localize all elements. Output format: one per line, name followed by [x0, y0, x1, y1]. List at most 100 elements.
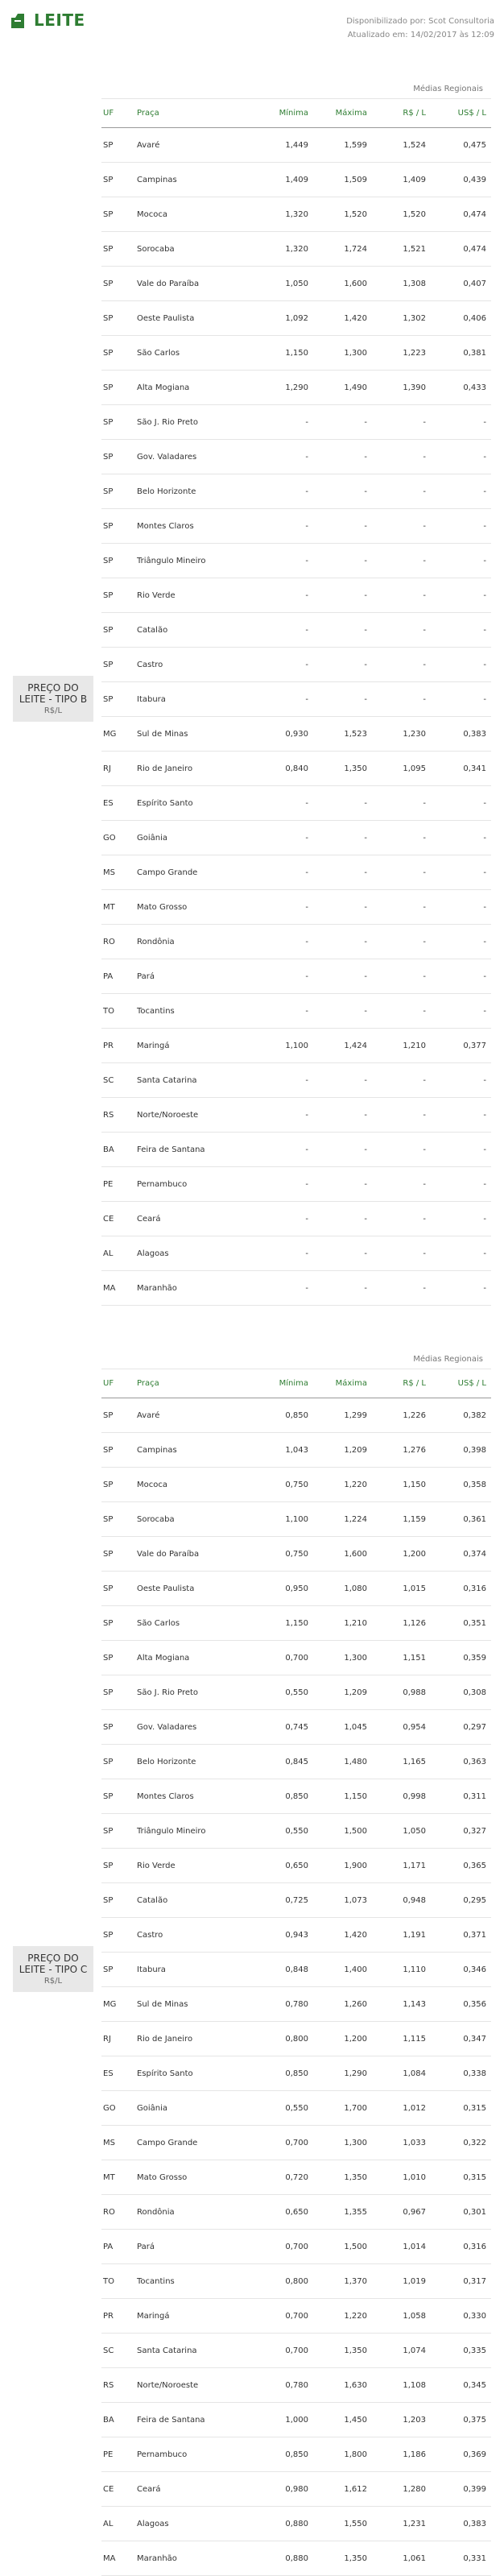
cell-min: 1,150 — [256, 1605, 315, 1641]
label-column-cell — [13, 786, 101, 821]
cell-min: 0,850 — [256, 1398, 315, 1433]
column-header-usd: US$ / L — [432, 1369, 491, 1398]
cell-usd: 0,338 — [432, 2056, 491, 2091]
table-header-row: UF Praça Mínima Máxima R$ / L US$ / L — [13, 98, 491, 128]
cell-brl: 1,308 — [374, 266, 432, 301]
cell-praca: Vale do Paraíba — [137, 266, 256, 301]
table-row: SP Montes Claros - - - - — [13, 508, 491, 544]
cell-uf: SP — [101, 1398, 137, 1433]
cell-uf: SP — [101, 1917, 137, 1953]
section-label-line2: LEITE - TIPO C — [19, 1963, 88, 1975]
cell-brl: 1,276 — [374, 1432, 432, 1468]
table-row: CE Ceará - - - - — [13, 1201, 491, 1236]
cell-brl: - — [374, 1132, 432, 1167]
cell-uf: TO — [101, 993, 137, 1029]
cell-usd: - — [432, 855, 491, 890]
cell-usd: 0,341 — [432, 751, 491, 786]
cell-brl: - — [374, 820, 432, 855]
label-column-cell — [13, 925, 101, 959]
table-row: AL Alagoas - - - - — [13, 1236, 491, 1271]
cell-uf: RS — [101, 1097, 137, 1133]
cell-min: - — [256, 924, 315, 959]
cell-brl: 1,108 — [374, 2367, 432, 2403]
cell-uf: SP — [101, 1882, 137, 1918]
price-sections: Médias Regionais UF Praça Mínima Máxima R$ / … — [0, 81, 504, 2576]
cell-min: 1,320 — [256, 231, 315, 267]
table-row: SP Alta Mogiana 0,700 1,300 1,151 0,359 — [13, 1640, 491, 1675]
cell-max: - — [315, 612, 374, 648]
cell-usd: - — [432, 785, 491, 821]
cell-min: 0,943 — [256, 1917, 315, 1953]
cell-praca: São J. Rio Preto — [137, 1675, 256, 1710]
cell-min: - — [256, 855, 315, 890]
cell-max: 1,073 — [315, 1882, 374, 1918]
cell-praca: Gov. Valadares — [137, 1709, 256, 1745]
cell-min: 0,550 — [256, 1675, 315, 1710]
cell-usd: 0,345 — [432, 2367, 491, 2403]
table-row: PA Pará - - - - — [13, 959, 491, 994]
table-row: RO Rondônia 0,650 1,355 0,967 0,301 — [13, 2194, 491, 2230]
table-row: SP Sorocaba 1,320 1,724 1,521 0,474 — [13, 231, 491, 267]
label-column-cell — [13, 2195, 101, 2230]
cell-brl: - — [374, 1166, 432, 1202]
table-row: MT Mato Grosso 0,720 1,350 1,010 0,315 — [13, 2160, 491, 2195]
cell-brl: - — [374, 1097, 432, 1133]
table-row: GO Goiânia 0,550 1,700 1,012 0,315 — [13, 2090, 491, 2126]
cell-max: 1,150 — [315, 1779, 374, 1814]
cell-min: - — [256, 1166, 315, 1202]
cell-max: - — [315, 855, 374, 890]
cell-usd: 0,371 — [432, 1917, 491, 1953]
cell-brl: - — [374, 1270, 432, 1306]
update-info: Disponibilizado por: Scot Consultoria At… — [346, 14, 494, 42]
cell-usd: - — [432, 1201, 491, 1236]
cell-brl: 1,520 — [374, 197, 432, 232]
cell-praca: Santa Catarina — [137, 1062, 256, 1098]
cell-usd: 0,308 — [432, 1675, 491, 1710]
cell-max: - — [315, 1132, 374, 1167]
cell-usd: 0,358 — [432, 1467, 491, 1502]
label-column-cell — [13, 752, 101, 786]
cell-min: 0,780 — [256, 1986, 315, 2022]
cell-max: 1,599 — [315, 127, 374, 163]
cell-praca: Maringá — [137, 2298, 256, 2334]
cell-uf: CE — [101, 2471, 137, 2507]
label-column-cell — [13, 1641, 101, 1675]
table-row: SP Montes Claros 0,850 1,150 0,998 0,311 — [13, 1779, 491, 1814]
cell-brl: 0,948 — [374, 1882, 432, 1918]
label-column-cell — [13, 2299, 101, 2334]
cell-praca: Sul de Minas — [137, 716, 256, 752]
cell-max: 1,424 — [315, 1028, 374, 1063]
column-header-uf: UF — [101, 1369, 137, 1398]
table-row: SP Campinas 1,043 1,209 1,276 0,398 — [13, 1432, 491, 1468]
section-unit: R$/L — [43, 706, 63, 715]
cell-uf: CE — [101, 1201, 137, 1236]
column-header-praca: Praça — [137, 98, 256, 128]
cell-usd: - — [432, 1166, 491, 1202]
cell-max: 1,299 — [315, 1398, 374, 1433]
cell-usd: - — [432, 1062, 491, 1098]
cell-max: 1,480 — [315, 1744, 374, 1779]
cell-praca: Feira de Santana — [137, 2402, 256, 2437]
cell-max: - — [315, 543, 374, 578]
cell-min: 0,880 — [256, 2506, 315, 2541]
label-column-cell — [13, 405, 101, 440]
cell-max: 1,370 — [315, 2263, 374, 2299]
label-column-cell — [13, 2437, 101, 2472]
cell-brl: 1,165 — [374, 1744, 432, 1779]
label-column-cell — [13, 2056, 101, 2091]
cell-min: 1,150 — [256, 335, 315, 371]
cell-uf: SP — [101, 1952, 137, 1987]
table-row: TO Tocantins - - - - — [13, 993, 491, 1029]
label-column-cell — [13, 197, 101, 232]
cell-praca: Castro — [137, 1917, 256, 1953]
cell-min: 0,750 — [256, 1536, 315, 1572]
cell-brl: - — [374, 889, 432, 925]
cell-min: 0,850 — [256, 2056, 315, 2091]
cell-usd: 0,383 — [432, 716, 491, 752]
cell-praca: Pernambuco — [137, 2437, 256, 2472]
cell-brl: 1,061 — [374, 2541, 432, 2576]
cell-brl: - — [374, 855, 432, 890]
cell-max: - — [315, 404, 374, 440]
cell-praca: Belo Horizonte — [137, 1744, 256, 1779]
table-row: SP Campinas 1,409 1,509 1,409 0,439 — [13, 162, 491, 197]
